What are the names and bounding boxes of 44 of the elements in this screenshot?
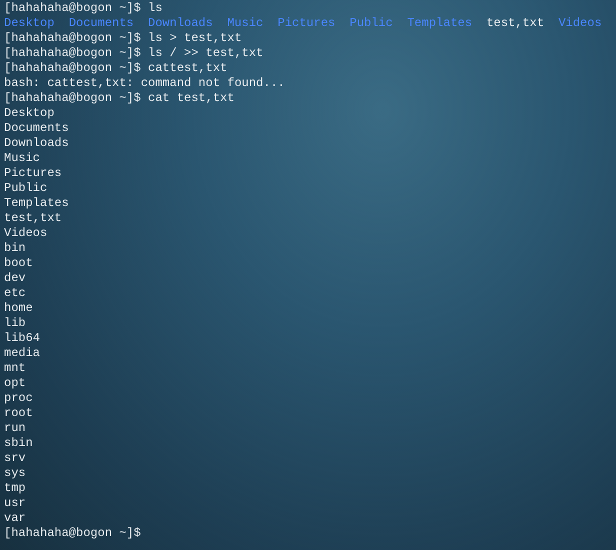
output-line: bin <box>4 241 26 255</box>
output-line: mnt <box>4 361 26 375</box>
command-line: [hahahaha@bogon ~]$ cat test,txt <box>4 91 234 105</box>
output-line: sbin <box>4 436 33 450</box>
output-line: sys <box>4 466 26 480</box>
output-line: test,txt <box>4 211 62 225</box>
output-line: Downloads <box>4 136 69 150</box>
output-line: usr <box>4 496 26 510</box>
output-line: srv <box>4 451 26 465</box>
output-line: Music <box>4 151 40 165</box>
output-line: dev <box>4 271 26 285</box>
output-line: Videos <box>4 226 48 240</box>
output-line: lib64 <box>4 331 40 345</box>
directory-name: Documents <box>68 16 134 31</box>
output-line: opt <box>4 376 26 390</box>
directory-name: Videos <box>558 16 602 31</box>
directory-name: Public <box>350 16 393 31</box>
output-line: var <box>4 511 26 525</box>
output-line: proc <box>4 391 33 405</box>
command-line: [hahahaha@bogon ~]$ cattest,txt <box>4 61 228 75</box>
output-line: Public <box>4 181 48 195</box>
command-line: [hahahaha@bogon ~]$ ls / >> test,txt <box>4 46 264 60</box>
output-line: boot <box>4 256 33 270</box>
output-line: root <box>4 406 33 420</box>
output-line: lib <box>4 316 26 330</box>
output-line: media <box>4 346 40 360</box>
file-name: test,txt <box>486 16 544 31</box>
output-line: home <box>4 301 33 315</box>
output-line: run <box>4 421 26 435</box>
directory-name: Desktop <box>4 16 54 31</box>
directory-name: Downloads <box>148 16 213 31</box>
command-line: [hahahaha@bogon ~]$ ls <box>4 1 162 15</box>
output-line: Desktop <box>4 106 54 120</box>
output-line: Documents <box>4 121 69 135</box>
output-line: Templates <box>4 196 69 210</box>
output-line: etc <box>4 286 26 300</box>
directory-name: Pictures <box>278 16 336 31</box>
directory-name: Music <box>227 16 264 31</box>
output-line: bash: cattest,txt: command not found... <box>4 76 285 90</box>
command-line: [hahahaha@bogon ~]$ <box>4 526 141 540</box>
output-line: tmp <box>4 481 26 495</box>
output-line: Pictures <box>4 166 62 180</box>
command-line: [hahahaha@bogon ~]$ ls > test,txt <box>4 31 242 45</box>
directory-name: Templates <box>407 16 472 31</box>
